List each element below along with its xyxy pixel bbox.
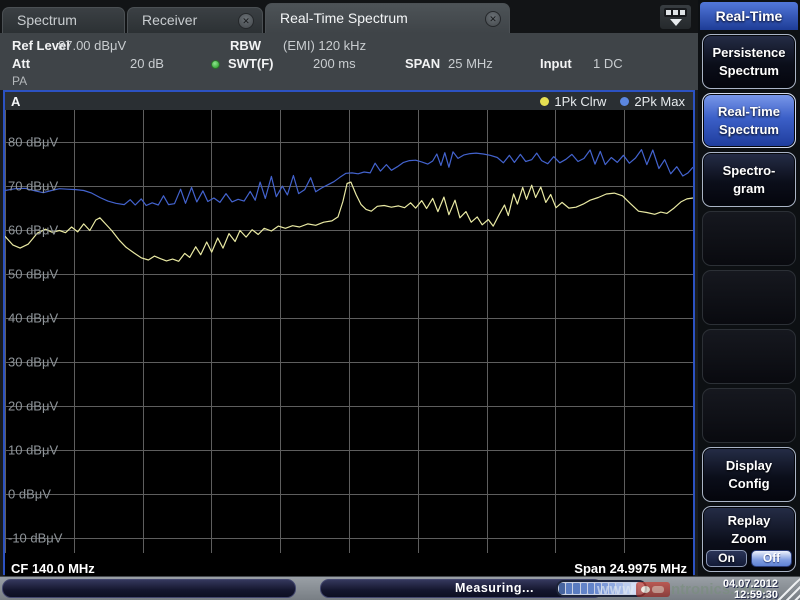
svg-text:0 dBμV: 0 dBμV <box>8 487 51 502</box>
softkey-sidebar: Real-Time Persistence Spectrum Real-Time… <box>698 0 800 576</box>
chevron-down-icon <box>670 19 682 26</box>
tab-label: Spectrum <box>17 12 77 28</box>
softkey-label: Replay <box>728 512 771 530</box>
softkey-spectrogram[interactable]: Spectro- gram <box>702 152 796 207</box>
measuring-status-text: Measuring... <box>455 581 534 595</box>
replay-zoom-on-button[interactable]: On <box>706 550 747 567</box>
legend-item-trace2: 2Pk Max <box>620 94 685 109</box>
softkey-empty <box>702 329 796 384</box>
svg-text:70 dBμV: 70 dBμV <box>8 179 58 194</box>
sidebar-menu-title: Real-Time <box>700 2 798 30</box>
spectrum-analyzer-screen: Spectrum Receiver ✕ Real-Time Spectrum ✕… <box>0 0 800 600</box>
chart-header: A 1Pk Clrw 2Pk Max <box>5 92 693 110</box>
rbw-value[interactable]: (EMI) 120 kHz <box>283 38 366 53</box>
softkey-empty <box>702 270 796 325</box>
tab-overflow-button[interactable] <box>659 4 692 30</box>
swt-value[interactable]: 200 ms <box>313 56 356 71</box>
legend-label: 1Pk Clrw <box>554 94 606 109</box>
ref-level-value[interactable]: 87.00 dBμV <box>58 38 126 53</box>
close-icon[interactable]: ✕ <box>238 13 254 29</box>
svg-text:20 dBμV: 20 dBμV <box>8 399 58 414</box>
replay-zoom-toggle: On Off <box>706 550 792 567</box>
softkey-label: Spectro- <box>723 162 776 180</box>
tab-label: Receiver <box>142 12 197 28</box>
input-label[interactable]: Input <box>540 56 572 71</box>
softkey-label: Display <box>726 457 772 475</box>
trace-legend: 1Pk Clrw 2Pk Max <box>540 94 685 109</box>
softkey-label: Real-Time <box>718 103 780 121</box>
tab-bar: Spectrum Receiver ✕ Real-Time Spectrum ✕ <box>0 0 698 33</box>
softkey-label: Config <box>728 475 769 493</box>
svg-text:-10 dBμV: -10 dBμV <box>8 531 63 546</box>
trace2-color-dot-icon <box>620 97 629 106</box>
transducer-label: PA <box>12 74 27 88</box>
status-bar: Measuring... www ntronics.com 04.07.2012… <box>0 576 800 600</box>
att-value[interactable]: 20 dB <box>130 56 164 71</box>
settings-header: Ref Level 87.00 dBμV RBW (EMI) 120 kHz A… <box>0 33 698 90</box>
span-value[interactable]: 25 MHz <box>448 56 493 71</box>
softkey-label: Zoom <box>731 530 766 548</box>
center-frequency-readout: CF 140.0 MHz <box>11 561 95 576</box>
window-label: A <box>11 94 20 109</box>
progress-bar <box>556 580 647 597</box>
date-time-display: 04.07.2012 12:59:30 <box>723 579 778 600</box>
replay-zoom-off-button[interactable]: Off <box>751 550 792 567</box>
svg-text:40 dBμV: 40 dBμV <box>8 311 58 326</box>
softkey-empty <box>702 211 796 266</box>
svg-text:80 dBμV: 80 dBμV <box>8 135 58 150</box>
span-label[interactable]: SPAN <box>405 56 440 71</box>
rbw-label[interactable]: RBW <box>230 38 261 53</box>
softkey-label: gram <box>733 180 765 198</box>
tab-label: Real-Time Spectrum <box>280 10 408 26</box>
input-value[interactable]: 1 DC <box>593 56 623 71</box>
time-text: 12:59:30 <box>723 590 778 600</box>
legend-label: 2Pk Max <box>634 94 685 109</box>
softkey-persistence-spectrum[interactable]: Persistence Spectrum <box>702 34 796 89</box>
tab-receiver[interactable]: Receiver ✕ <box>127 7 263 33</box>
span-readout: Span 24.9975 MHz <box>574 561 687 576</box>
measurement-window: A 1Pk Clrw 2Pk Max 80 dBμV 70 dBμV 60 dBμV… <box>3 90 695 575</box>
tab-spectrum[interactable]: Spectrum <box>2 7 125 33</box>
softkey-real-time-spectrum[interactable]: Real-Time Spectrum <box>702 93 796 148</box>
svg-text:30 dBμV: 30 dBμV <box>8 355 58 370</box>
legend-item-trace1: 1Pk Clrw <box>540 94 606 109</box>
chart-footer: CF 140.0 MHz Span 24.9975 MHz <box>5 558 693 578</box>
softkey-label: Spectrum <box>719 62 779 80</box>
spectrum-plot: 80 dBμV 70 dBμV 60 dBμV 50 dBμV 40 dBμV 30 dB… <box>5 110 693 553</box>
trace1-color-dot-icon <box>540 97 549 106</box>
svg-text:60 dBμV: 60 dBμV <box>8 223 58 238</box>
tab-real-time-spectrum[interactable]: Real-Time Spectrum ✕ <box>265 3 510 33</box>
tabs-grid-icon <box>664 8 687 17</box>
softkey-empty <box>702 388 796 443</box>
status-panel-left <box>2 579 296 598</box>
softkey-replay-zoom[interactable]: Replay Zoom On Off <box>702 506 796 572</box>
svg-text:50 dBμV: 50 dBμV <box>8 267 58 282</box>
svg-text:10 dBμV: 10 dBμV <box>8 443 58 458</box>
softkey-label: Persistence <box>713 44 786 62</box>
close-icon[interactable]: ✕ <box>485 11 501 27</box>
softkey-display-config[interactable]: Display Config <box>702 447 796 502</box>
softkey-label: Spectrum <box>719 121 779 139</box>
att-label[interactable]: Att <box>12 56 30 71</box>
swt-status-led-icon <box>211 60 220 69</box>
swt-label[interactable]: SWT(F) <box>228 56 273 71</box>
